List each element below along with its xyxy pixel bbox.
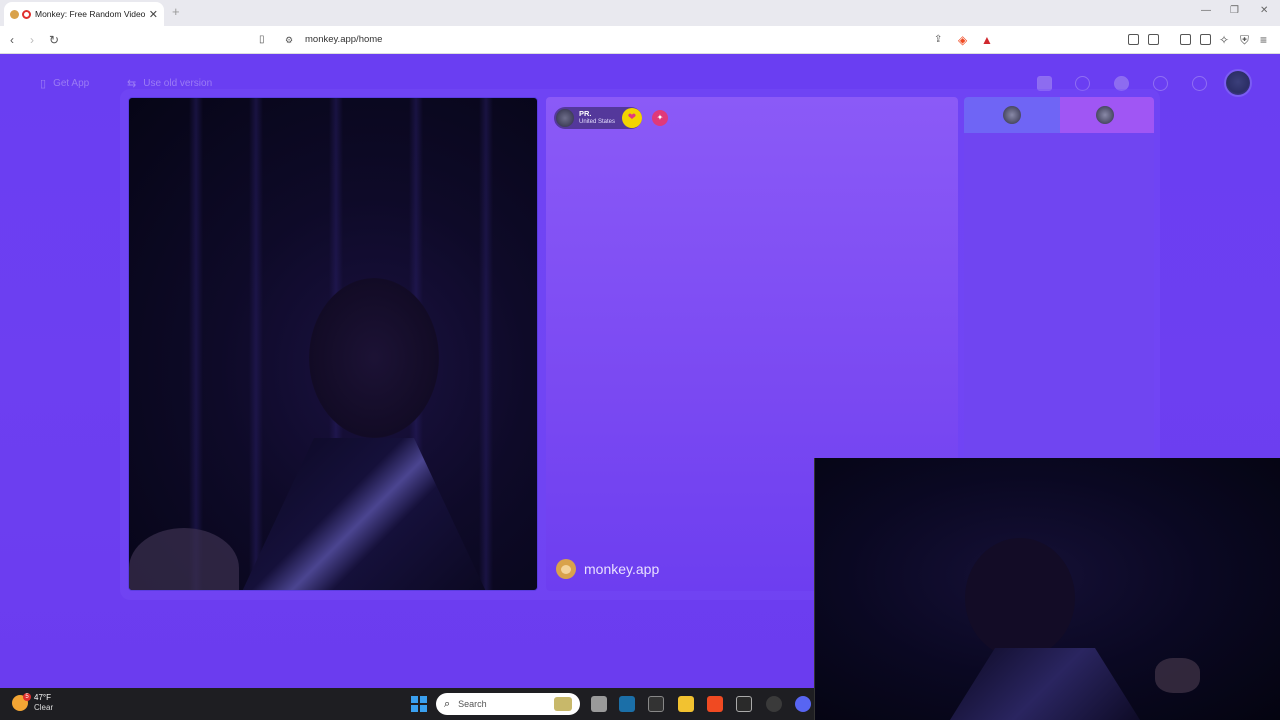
epic-games-icon[interactable]: [736, 696, 752, 712]
get-app-label: Get App: [53, 78, 90, 89]
brave-icon[interactable]: [707, 696, 723, 712]
windows-taskbar: 47°F Clear 5 ⌕ Search: [0, 688, 814, 720]
discord-icon[interactable]: [795, 696, 811, 712]
local-webcam-overlay: [814, 458, 1280, 720]
brave-rewards-icon[interactable]: ▲: [981, 33, 993, 47]
remote-video: [128, 97, 538, 591]
search-highlight-icon: [554, 697, 572, 711]
leo-ai-icon[interactable]: [1200, 34, 1211, 45]
tab-title: Monkey: Free Random Video: [35, 9, 145, 19]
menu-icon[interactable]: ≡: [1260, 33, 1267, 47]
restore-icon[interactable]: ❐: [1230, 5, 1239, 16]
local-person-shirt: [945, 648, 1145, 720]
address-bar[interactable]: monkey.app/home: [305, 34, 382, 45]
extensions-icon[interactable]: [1128, 34, 1139, 45]
chat-icon[interactable]: [1192, 76, 1207, 91]
close-icon[interactable]: ✕: [149, 8, 158, 21]
side-tab-2[interactable]: [1060, 97, 1154, 133]
gift-button[interactable]: ✦: [652, 110, 668, 126]
reload-icon[interactable]: ↻: [49, 33, 59, 47]
minimize-icon[interactable]: —: [1201, 5, 1211, 16]
side-tab-2-avatar: [1096, 106, 1114, 124]
weather-temp: 47°F: [34, 693, 51, 702]
window-close-icon[interactable]: ✕: [1260, 5, 1268, 16]
taskbar-search[interactable]: ⌕ Search: [436, 693, 580, 715]
side-tab-1-avatar: [1003, 106, 1021, 124]
search-icon: ⌕: [444, 697, 451, 710]
use-old-version-label: Use old version: [143, 78, 213, 89]
brave-vpn-icon[interactable]: ⛨: [1240, 33, 1249, 47]
windows-start-icon[interactable]: [411, 696, 427, 712]
obs-icon[interactable]: [766, 696, 782, 712]
weather-widget[interactable]: 47°F Clear: [12, 693, 53, 713]
monkey-favicon: [10, 9, 19, 19]
back-icon[interactable]: ‹: [10, 33, 14, 47]
get-app-link[interactable]: ▯ Get App: [40, 77, 89, 90]
partner-location: United States: [579, 119, 616, 125]
brave-shields-icon[interactable]: ◈: [958, 33, 967, 47]
heart-button[interactable]: ❤: [622, 108, 642, 128]
side-tab-1[interactable]: [964, 97, 1060, 133]
vpn-icon[interactable]: ✧: [1219, 33, 1229, 47]
taskbar-search-label: Search: [458, 699, 487, 709]
new-tab-icon[interactable]: +: [172, 4, 180, 19]
remote-person-arm: [129, 528, 239, 590]
brand: monkey.app: [556, 559, 659, 579]
site-info-icon[interactable]: ⚙: [285, 33, 293, 47]
brand-label: monkey.app: [584, 561, 660, 577]
partner-name: PR.: [579, 109, 592, 118]
local-person: [965, 538, 1075, 658]
share-icon[interactable]: ⇪: [934, 33, 942, 47]
remote-person: [309, 278, 439, 438]
browser-tab[interactable]: Monkey: Free Random Video ✕: [4, 2, 164, 26]
forward-icon[interactable]: ›: [30, 33, 34, 47]
browser-toolbar: ‹ › ↻ ▯ ⚙ monkey.app/home ⇪ ◈ ▲ ✧ ⛨ ≡: [0, 26, 1280, 54]
weather-badge: 5: [23, 693, 31, 701]
wallet-icon[interactable]: [1180, 34, 1191, 45]
weather-desc: Clear: [34, 703, 54, 712]
sidebar-icon[interactable]: [1148, 34, 1159, 45]
monkey-logo-icon: [556, 559, 576, 579]
remote-person-shirt: [239, 438, 489, 590]
app-icon[interactable]: [648, 696, 664, 712]
steam-icon[interactable]: [619, 696, 635, 712]
local-person-hand: [1155, 658, 1200, 693]
history-icon[interactable]: [1153, 76, 1168, 91]
phone-icon: ▯: [40, 78, 47, 90]
recording-icon: [22, 9, 31, 19]
bookmark-icon[interactable]: ▯: [259, 33, 265, 47]
file-explorer-icon[interactable]: [678, 696, 694, 712]
avatar[interactable]: [1224, 69, 1252, 97]
browser-tab-bar: Monkey: Free Random Video ✕ + — ❐ ✕: [0, 0, 1280, 26]
task-view-icon[interactable]: [591, 696, 607, 712]
partner-avatar: [556, 109, 574, 127]
